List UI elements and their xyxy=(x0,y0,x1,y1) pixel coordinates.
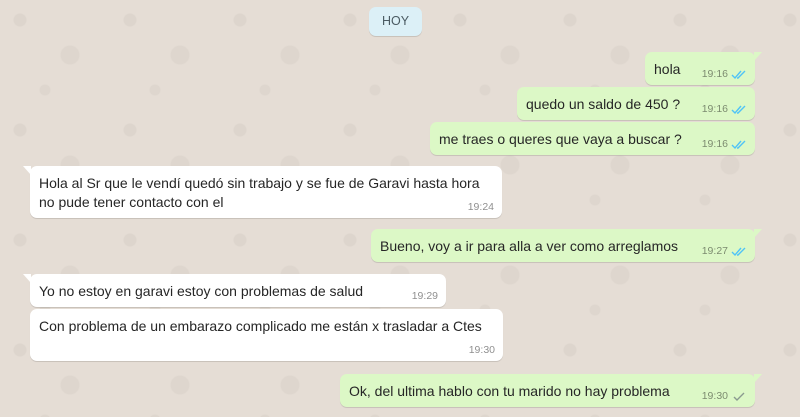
message-meta: 19:16 xyxy=(702,137,747,151)
message-meta: 19:27 xyxy=(702,244,747,258)
conversation-panel: HOY hola 19:16 quedo un saldo de 450 ? 1… xyxy=(0,0,800,417)
message-bubble-incoming[interactable]: Yo no estoy en garavi estoy con problema… xyxy=(23,274,446,307)
message-time: 19:27 xyxy=(701,245,728,257)
message-bubble-outgoing[interactable]: Bueno, voy a ir para alla a ver como arr… xyxy=(371,229,762,262)
message-text: me traes o queres que vaya a buscar ? xyxy=(439,131,682,147)
message-text: Hola al Sr que le vendí quedó sin trabaj… xyxy=(39,175,480,210)
message-meta: 19:24 xyxy=(468,200,494,214)
read-receipt-icon xyxy=(731,105,746,114)
read-receipt-icon xyxy=(731,70,746,79)
message-text: Yo no estoy en garavi estoy con problema… xyxy=(39,283,364,299)
message-meta: 19:30 xyxy=(702,389,747,403)
sent-check-icon xyxy=(733,392,745,401)
message-bubble-incoming[interactable]: Con problema de un embarazo complicado m… xyxy=(30,309,503,361)
message-time: 19:30 xyxy=(468,344,495,356)
date-divider: HOY xyxy=(369,7,422,36)
message-bubble-incoming[interactable]: Hola al Sr que le vendí quedó sin trabaj… xyxy=(23,166,502,218)
message-text: Ok, del ultima hablo con tu marido no ha… xyxy=(349,383,670,399)
message-meta: 19:16 xyxy=(702,102,747,116)
message-time: 19:16 xyxy=(701,68,728,80)
message-time: 19:16 xyxy=(701,103,728,115)
message-bubble-outgoing[interactable]: hola 19:16 xyxy=(645,52,762,85)
message-time: 19:16 xyxy=(701,138,728,150)
read-receipt-icon xyxy=(731,140,746,149)
message-meta: 19:30 xyxy=(469,343,495,357)
message-time: 19:29 xyxy=(411,290,438,302)
message-bubble-outgoing[interactable]: Ok, del ultima hablo con tu marido no ha… xyxy=(340,374,762,407)
message-text: Bueno, voy a ir para alla a ver como arr… xyxy=(380,238,679,254)
message-time: 19:30 xyxy=(701,390,728,402)
message-bubble-outgoing[interactable]: quedo un saldo de 450 ? 19:16 xyxy=(517,87,755,120)
message-time: 19:24 xyxy=(467,201,494,213)
message-bubble-outgoing[interactable]: me traes o queres que vaya a buscar ? 19… xyxy=(430,122,755,155)
message-meta: 19:29 xyxy=(412,289,438,303)
message-text: Con problema de un embarazo complicado m… xyxy=(39,318,482,334)
message-meta: 19:16 xyxy=(702,67,747,81)
read-receipt-icon xyxy=(731,247,746,256)
